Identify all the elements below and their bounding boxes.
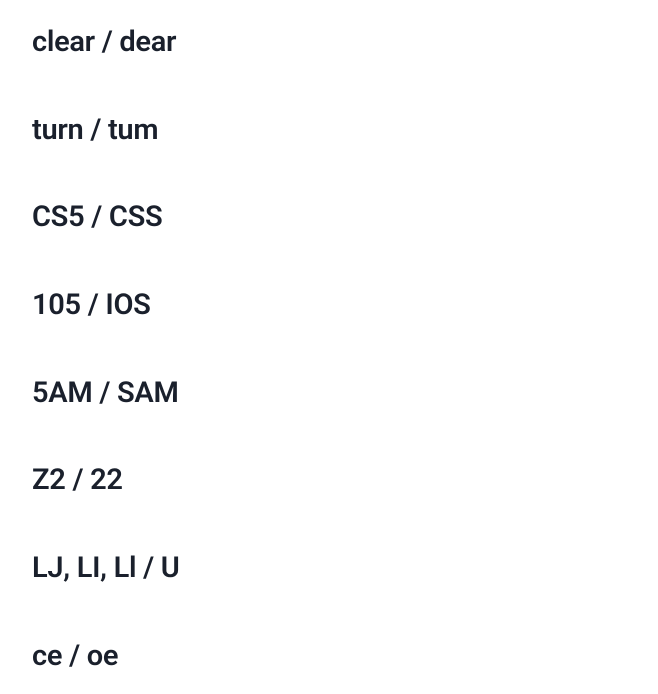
list-item: CS5 / CSS [32,199,626,237]
list-item: turn / tum [32,112,626,150]
list-item: clear / dear [32,24,626,62]
list-item: 105 / IOS [32,287,626,325]
list-item: 5AM / SAM [32,375,626,413]
list-item: Z2 / 22 [32,462,626,500]
list-item: ce / oe [32,638,626,676]
list-item: LJ, LI, Ll / U [32,550,626,588]
